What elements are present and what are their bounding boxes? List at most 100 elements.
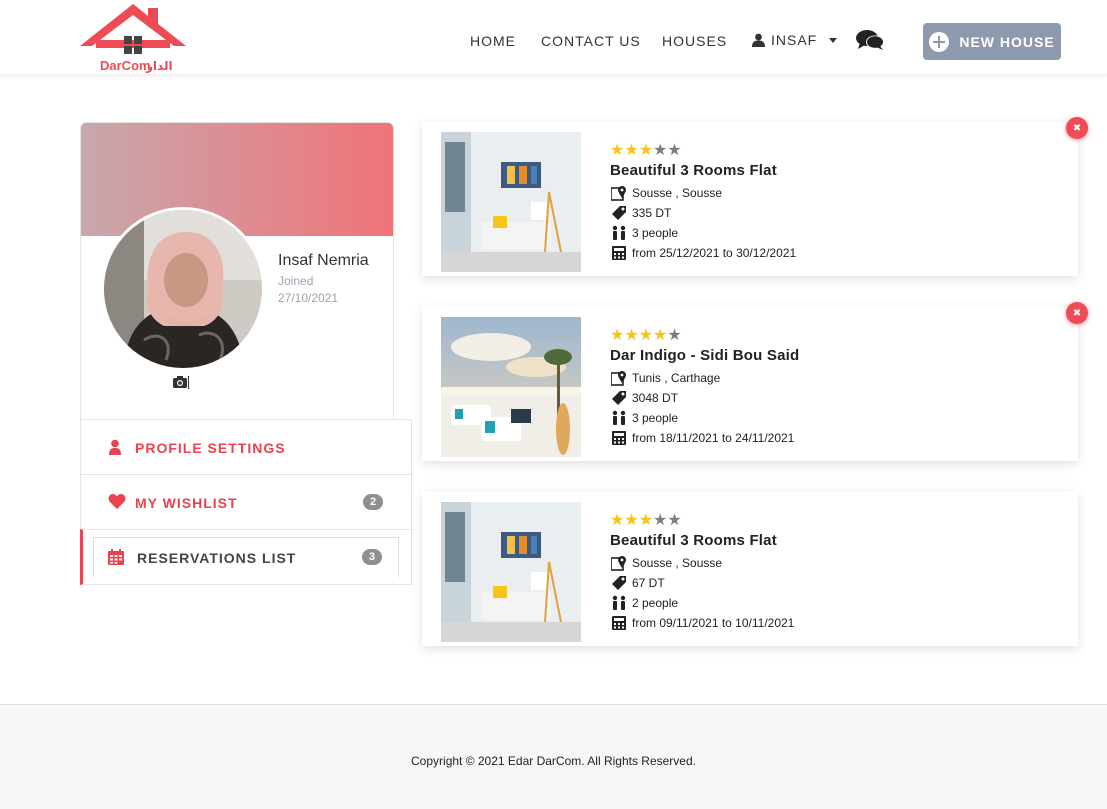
profile-name: Insaf Nemria	[278, 252, 369, 269]
reservation-title[interactable]: Beautiful 3 Rooms Flat	[610, 162, 777, 179]
reservation-location: Sousse , Sousse	[610, 185, 722, 201]
calculator-icon	[610, 615, 628, 631]
star-filled-icon: ★	[610, 327, 625, 344]
reservation-price-text: 335 DT	[632, 206, 672, 220]
reservation-people-text: 3 people	[632, 411, 679, 425]
rating-stars: ★★★★★	[610, 140, 682, 160]
user-icon	[752, 33, 765, 47]
reservation-dates-text: from 18/11/2021 to 24/11/2021	[632, 431, 795, 445]
logo-latin-text: DarCom	[100, 58, 151, 73]
user-dropdown[interactable]: INSAF	[752, 32, 838, 48]
camera-icon[interactable]	[173, 375, 189, 394]
reservation-price-text: 67 DT	[632, 576, 665, 590]
close-icon: ✖	[1072, 307, 1082, 319]
star-empty-icon: ★	[653, 142, 668, 159]
menu-label-reservations: RESERVATIONS LIST	[137, 550, 297, 566]
star-filled-icon: ★	[638, 512, 654, 529]
top-navbar: DarCom الدار HOME CONTACT US HOUSES INSA…	[0, 0, 1107, 75]
reservation-dates: from 18/11/2021 to 24/11/2021	[610, 430, 794, 446]
profile-cover	[81, 123, 393, 236]
nav-contact-link[interactable]: CONTACT US	[541, 33, 641, 49]
reservation-location: Tunis , Carthage	[610, 370, 720, 386]
star-filled-icon: ★	[638, 327, 654, 344]
avatar[interactable]	[101, 207, 265, 371]
reservation-location-text: Tunis , Carthage	[632, 371, 721, 385]
darcom-logo[interactable]: DarCom الدار	[76, 2, 190, 74]
menu-item-reservations[interactable]: RESERVATIONS LIST 3	[80, 529, 412, 585]
user-dropdown-label: INSAF	[771, 32, 818, 48]
new-house-button[interactable]: NEW HOUSE	[923, 23, 1061, 60]
chat-icon[interactable]	[856, 29, 884, 56]
star-filled-icon: ★	[638, 142, 654, 159]
map-marker-icon	[610, 555, 628, 571]
reservation-location-text: Sousse , Sousse	[632, 556, 723, 570]
star-filled-icon: ★	[624, 142, 639, 159]
reservation-people: 3 people	[610, 225, 678, 241]
delete-reservation-button[interactable]: ✖	[1066, 117, 1088, 139]
reservation-title[interactable]: Dar Indigo - Sidi Bou Said	[610, 347, 799, 364]
price-tag-icon	[610, 205, 628, 221]
reservation-price: 67 DT	[610, 575, 665, 591]
delete-reservation-button[interactable]: ✖	[1066, 302, 1088, 324]
copyright-text: Copyright © 2021 Edar DarCom. All Rights…	[411, 754, 696, 768]
menu-label-profile-settings: PROFILE SETTINGS	[135, 440, 286, 456]
rating-stars: ★★★★★	[610, 510, 682, 530]
price-tag-icon	[610, 390, 628, 406]
reservation-price-text: 3048 DT	[632, 391, 679, 405]
nav-houses-link[interactable]: HOUSES	[662, 33, 727, 49]
star-filled-icon: ★	[610, 512, 625, 529]
plus-circle-icon	[929, 31, 950, 52]
menu-label-wishlist: MY WISHLIST	[135, 495, 238, 511]
people-icon	[610, 595, 628, 611]
reservation-title[interactable]: Beautiful 3 Rooms Flat	[610, 532, 777, 549]
map-marker-icon	[610, 370, 628, 386]
reservation-price: 3048 DT	[610, 390, 678, 406]
reservation-dates: from 09/11/2021 to 10/11/2021	[610, 615, 794, 631]
star-filled-icon: ★	[624, 512, 639, 529]
people-icon	[610, 225, 628, 241]
calculator-icon	[610, 245, 628, 261]
people-icon	[610, 410, 628, 426]
reservation-dates: from 25/12/2021 to 30/12/2021	[610, 245, 796, 261]
nav-home-link[interactable]: HOME	[470, 33, 516, 49]
map-marker-icon	[610, 185, 628, 201]
reservation-card[interactable]: ★★★★★ Dar Indigo - Sidi Bou Said Tunis , C…	[422, 307, 1078, 461]
reservation-people: 3 people	[610, 410, 678, 426]
joined-label: Joined	[278, 274, 314, 288]
user-icon	[108, 439, 122, 460]
star-filled-icon: ★	[610, 142, 625, 159]
reservation-card[interactable]: ★★★★★ Beautiful 3 Rooms Flat Sousse , Sous…	[422, 492, 1078, 646]
reservation-people: 2 people	[610, 595, 678, 611]
calendar-icon	[108, 549, 124, 570]
star-empty-icon: ★	[653, 512, 668, 529]
reservation-dates-text: from 09/11/2021 to 10/11/2021	[632, 616, 795, 630]
reservation-location: Sousse , Sousse	[610, 555, 722, 571]
chevron-down-icon	[829, 37, 838, 43]
reservations-count-badge: 3	[362, 549, 382, 565]
new-house-label: NEW HOUSE	[959, 33, 1055, 50]
house-thumbnail[interactable]	[441, 502, 581, 642]
logo-arabic-text: الدار	[145, 59, 173, 73]
price-tag-icon	[610, 575, 628, 591]
reservation-card[interactable]: ★★★★★ Beautiful 3 Rooms Flat Sousse , Sous…	[422, 122, 1078, 276]
close-icon: ✖	[1072, 122, 1082, 134]
reservation-dates-text: from 25/12/2021 to 30/12/2021	[632, 246, 797, 260]
house-thumbnail[interactable]	[441, 317, 581, 457]
star-empty-icon: ★	[667, 512, 682, 529]
reservation-location-text: Sousse , Sousse	[632, 186, 723, 200]
reservation-price: 335 DT	[610, 205, 671, 221]
reservation-people-text: 2 people	[632, 596, 679, 610]
footer: Copyright © 2021 Edar DarCom. All Rights…	[0, 704, 1107, 809]
joined-date: 27/10/2021	[278, 291, 339, 305]
reservation-people-text: 3 people	[632, 226, 679, 240]
star-filled-icon: ★	[653, 327, 668, 344]
menu-item-profile-settings[interactable]: PROFILE SETTINGS	[80, 419, 412, 475]
house-thumbnail[interactable]	[441, 132, 581, 272]
heart-icon	[108, 494, 126, 515]
star-filled-icon: ★	[624, 327, 639, 344]
rating-stars: ★★★★★	[610, 325, 682, 345]
calculator-icon	[610, 430, 628, 446]
menu-item-wishlist[interactable]: MY WISHLIST 2	[80, 474, 412, 530]
star-empty-icon: ★	[667, 142, 682, 159]
wishlist-count-badge: 2	[363, 494, 383, 510]
